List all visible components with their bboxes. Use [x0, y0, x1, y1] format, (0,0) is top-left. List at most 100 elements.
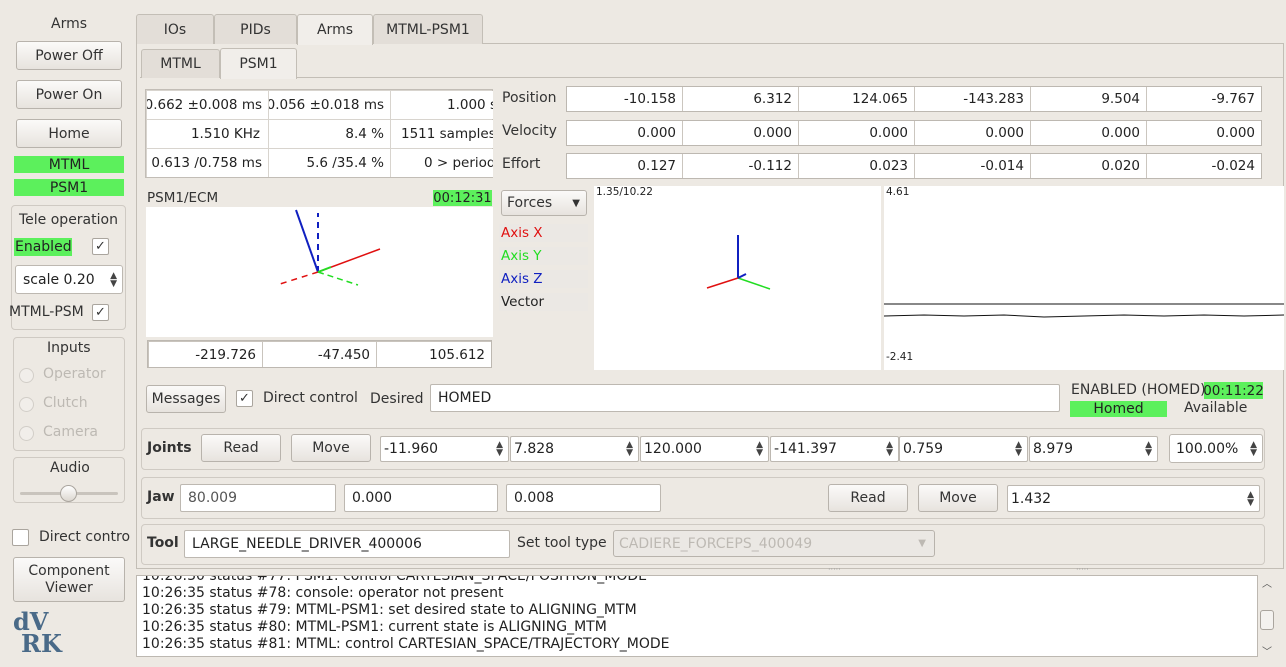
jaw-value-field[interactable]: 0.008	[506, 484, 661, 512]
clutch-radio[interactable]	[19, 397, 34, 412]
joint-spinbox[interactable]: 8.979 ▲ ▼	[1029, 436, 1158, 462]
forces-select[interactable]: Forces ▼	[501, 190, 587, 216]
tab-mtml[interactable]: MTML	[141, 49, 220, 78]
force-time-plot: 4.61 -2.41	[883, 186, 1285, 370]
power-on-button[interactable]: Power On	[16, 80, 122, 109]
arm-status-mtml[interactable]: MTML	[14, 156, 124, 173]
psm-ecm-frame-axes	[279, 209, 381, 286]
jaw-move-button[interactable]: Move	[918, 484, 998, 512]
psm-ecm-timer: 00:12:31	[433, 190, 492, 206]
arms-title: Arms	[51, 16, 88, 32]
stat-cell: 1.000 s	[391, 91, 493, 119]
velocity-value: 0.000	[1147, 121, 1261, 145]
available-label: Available	[1184, 400, 1248, 416]
ecm-value: 105.612	[377, 342, 491, 367]
operator-radio[interactable]	[19, 368, 34, 383]
log-line: 10:26:30 status #77: PSM1: control CARTE…	[142, 575, 647, 584]
position-row: -10.158 6.312 124.065 -143.283 9.504 -9.…	[566, 86, 1262, 112]
tab-psm1[interactable]: PSM1	[220, 48, 297, 79]
home-button[interactable]: Home	[16, 119, 122, 148]
joints-move-button[interactable]: Move	[291, 434, 371, 462]
joint-value: 7.828	[514, 441, 555, 457]
axis-y-label[interactable]: Axis Y	[499, 247, 588, 265]
position-value: -9.767	[1147, 87, 1261, 111]
mtml-psm-checkbox[interactable]: ✓	[92, 304, 109, 321]
joint-spinbox[interactable]: 120.000 ▲ ▼	[640, 436, 769, 462]
jaw-read-button[interactable]: Read	[828, 484, 908, 512]
spin-arrows-icon[interactable]: ▲ ▼	[1015, 441, 1022, 458]
desired-label: Desired	[370, 391, 424, 407]
camera-radio[interactable]	[19, 426, 34, 441]
jaw-value-field[interactable]: 80.009	[180, 484, 336, 512]
tab-arms[interactable]: Arms	[297, 14, 373, 45]
joint-spinbox[interactable]: -11.960 ▲ ▼	[380, 436, 509, 462]
tab-mtml-psm1[interactable]: MTML-PSM1	[373, 14, 483, 44]
arm-status-psm1[interactable]: PSM1	[14, 179, 124, 196]
tele-enabled-checkbox[interactable]: ✓	[92, 238, 109, 255]
scroll-up-icon[interactable]: ︿	[1262, 575, 1272, 590]
joint-speed-spinbox[interactable]: 100.00% ▲ ▼	[1169, 434, 1263, 463]
position-value: -143.283	[915, 87, 1030, 111]
jaw-value-field[interactable]: 0.000	[344, 484, 498, 512]
log-scrollbar[interactable]: ︿ ﹀	[1258, 575, 1276, 658]
scale-spinbox[interactable]: scale 0.20 ▲ ▼	[15, 265, 123, 294]
direct-control-checkbox[interactable]: ✓	[236, 390, 253, 407]
vector-label[interactable]: Vector	[499, 293, 588, 311]
effort-value: 0.023	[799, 154, 914, 178]
axis-x-label[interactable]: Axis X	[499, 224, 588, 242]
splitter-handle-icon[interactable]: ·····	[828, 566, 841, 574]
psm-ecm-title: PSM1/ECM	[147, 190, 219, 206]
velocity-label: Velocity	[502, 123, 557, 139]
jaw-spinbox[interactable]: 1.432 ▲ ▼	[1007, 485, 1260, 512]
scale-value: scale 0.20	[23, 271, 95, 288]
spin-arrows-icon[interactable]: ▲ ▼	[756, 441, 763, 458]
spin-arrows-icon[interactable]: ▲ ▼	[1250, 440, 1257, 457]
direct-control-label: Direct control	[263, 390, 358, 406]
log-panel[interactable]: 10:26:30 status #77: PSM1: control CARTE…	[136, 575, 1258, 657]
component-viewer-button[interactable]: Component Viewer	[13, 557, 125, 602]
direct-control-left-checkbox[interactable]	[12, 529, 29, 546]
spin-arrows-icon[interactable]: ▲ ▼	[886, 441, 893, 458]
velocity-value: 0.000	[567, 121, 682, 145]
tab-ios[interactable]: IOs	[136, 14, 214, 44]
stat-cell: 0.613 /0.758 ms	[147, 149, 268, 177]
tool-name-field[interactable]: LARGE_NEEDLE_DRIVER_400006	[184, 530, 510, 558]
position-value: 9.504	[1031, 87, 1146, 111]
dvrk-logo: dV RK	[13, 610, 69, 657]
tool-type-select[interactable]: CADIERE_FORCEPS_400049 ▼	[613, 530, 935, 557]
inputs-title: Inputs	[47, 340, 91, 356]
joint-spinbox[interactable]: 0.759 ▲ ▼	[899, 436, 1028, 462]
scrollbar-thumb[interactable]	[1260, 610, 1274, 630]
stat-cell: 1511 samples	[391, 120, 493, 148]
spin-arrows-icon[interactable]: ▲ ▼	[110, 271, 117, 288]
joint-spinbox[interactable]: 7.828 ▲ ▼	[510, 436, 639, 462]
position-value: 6.312	[683, 87, 798, 111]
tab-pids[interactable]: PIDs	[214, 14, 297, 44]
joint-value: 0.759	[903, 441, 944, 457]
plot-min-label: -2.41	[886, 351, 914, 363]
ecm-value: -219.726	[149, 342, 262, 367]
log-line: 10:26:35 status #80: MTML-PSM1: current …	[142, 619, 607, 635]
force-3d-view: 1.35/10.22	[594, 186, 881, 370]
joint-spinbox[interactable]: -141.397 ▲ ▼	[770, 436, 899, 462]
spin-arrows-icon[interactable]: ▲ ▼	[496, 441, 503, 458]
psm-ecm-3d-view	[146, 207, 493, 337]
joints-read-button[interactable]: Read	[201, 434, 281, 462]
effort-value: -0.014	[915, 154, 1030, 178]
force-frame-axes	[706, 235, 771, 290]
joint-value: 8.979	[1033, 441, 1074, 457]
power-off-button[interactable]: Power Off	[16, 41, 122, 70]
spin-arrows-icon[interactable]: ▲ ▼	[626, 441, 633, 458]
spin-arrows-icon[interactable]: ▲ ▼	[1247, 490, 1254, 507]
audio-slider-handle[interactable]	[60, 485, 77, 502]
splitter-handle-icon[interactable]: ·····	[1076, 566, 1089, 574]
joint-value: -11.960	[384, 441, 439, 457]
messages-button[interactable]: Messages	[146, 385, 226, 413]
axis-z-label[interactable]: Axis Z	[499, 270, 588, 288]
log-line: 10:26:35 status #79: MTML-PSM1: set desi…	[142, 602, 637, 618]
desired-state-field[interactable]: HOMED	[430, 384, 1060, 412]
scroll-down-icon[interactable]: ﹀	[1262, 643, 1272, 658]
stat-cell: 0.662 ±0.008 ms	[147, 91, 268, 119]
position-label: Position	[502, 90, 557, 106]
spin-arrows-icon[interactable]: ▲ ▼	[1145, 441, 1152, 458]
